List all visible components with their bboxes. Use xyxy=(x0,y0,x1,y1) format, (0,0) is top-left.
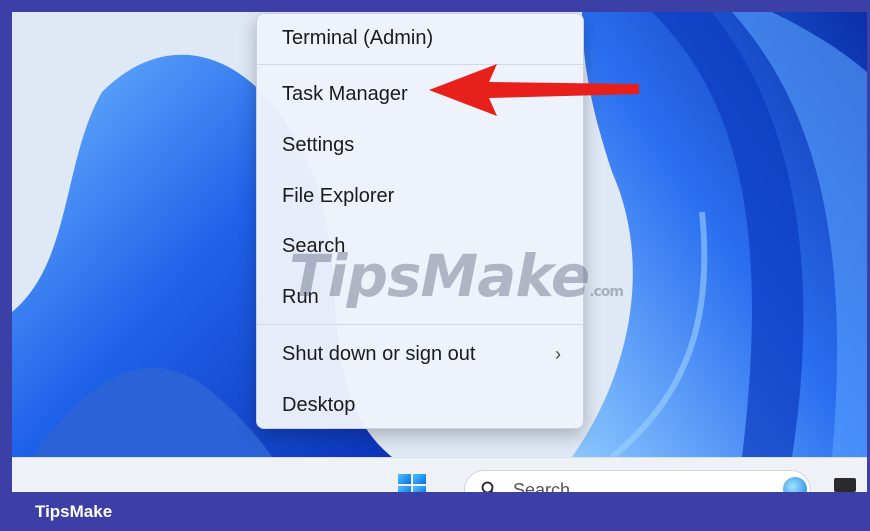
menu-item-label: Task Manager xyxy=(282,83,408,105)
taskbar-search-box[interactable]: Search xyxy=(464,470,811,492)
chevron-right-icon: › xyxy=(555,344,561,364)
menu-divider xyxy=(257,324,583,325)
footer-brand-label: TipsMake xyxy=(35,502,113,521)
menu-item-label: Settings xyxy=(282,134,355,156)
windows-start-icon[interactable] xyxy=(398,474,426,492)
red-arrow-annotation xyxy=(429,64,639,116)
screenshot-frame: Search Terminal (Admin) Task Manager Set… xyxy=(12,12,867,492)
menu-item-label: Search xyxy=(282,235,346,257)
menu-item-desktop[interactable]: Desktop xyxy=(257,383,583,427)
menu-item-run[interactable]: Run xyxy=(257,275,583,319)
search-icon xyxy=(481,481,494,492)
menu-item-label: Shut down or sign out xyxy=(282,343,476,365)
menu-item-shut-down-or-sign-out[interactable]: Shut down or sign out › xyxy=(257,332,583,376)
taskbar-app-icon[interactable] xyxy=(834,478,856,492)
menu-item-label: Desktop xyxy=(282,394,356,416)
menu-item-label: Terminal (Admin) xyxy=(282,27,434,49)
menu-item-settings[interactable]: Settings xyxy=(257,123,583,167)
menu-item-label: Run xyxy=(282,286,319,308)
menu-item-search[interactable]: Search xyxy=(257,224,583,268)
menu-item-file-explorer[interactable]: File Explorer xyxy=(257,174,583,218)
taskbar: Search xyxy=(12,457,867,492)
search-placeholder: Search xyxy=(513,480,571,492)
copilot-icon[interactable] xyxy=(783,477,807,492)
menu-item-terminal-admin[interactable]: Terminal (Admin) xyxy=(257,16,583,60)
menu-item-label: File Explorer xyxy=(282,185,395,207)
footer-bar: TipsMake xyxy=(0,492,870,531)
